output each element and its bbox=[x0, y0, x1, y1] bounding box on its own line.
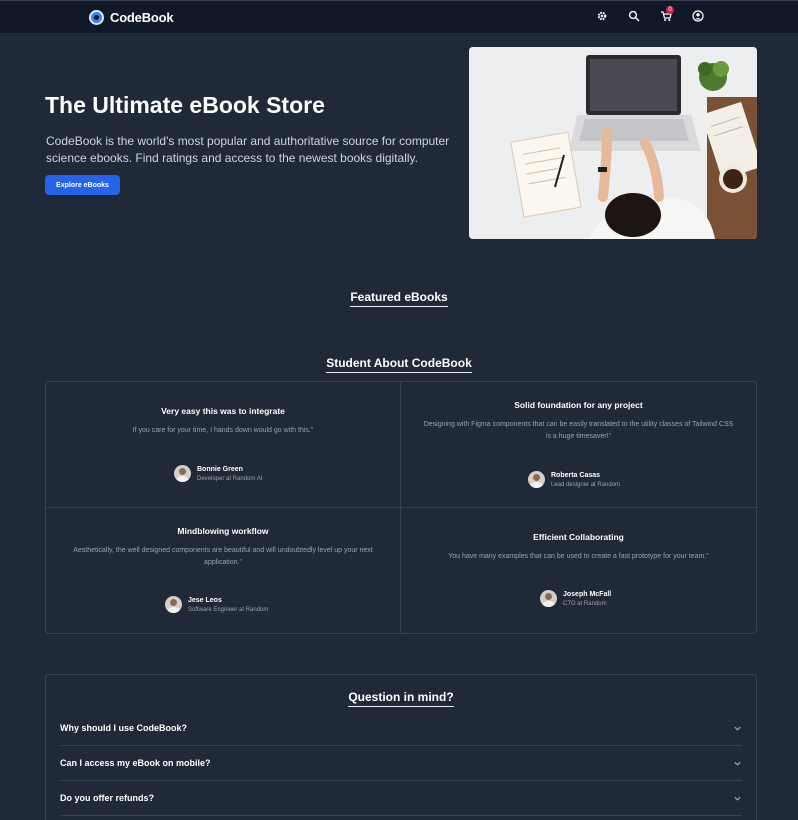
author-name: Bonnie Green bbox=[197, 465, 243, 473]
testimonial-title: Solid foundation for any project bbox=[514, 400, 643, 410]
testimonial-author: Jese Leos Software Engineer at Random bbox=[165, 596, 268, 613]
faq-question: Why should I use CodeBook? bbox=[60, 723, 188, 733]
testimonial-card: Mindblowing workflow Aesthetically, the … bbox=[46, 508, 401, 633]
testimonial-quote: You have many examples that can be used … bbox=[448, 553, 709, 560]
cart-count-badge: 0 bbox=[666, 6, 674, 14]
faq-question: Can I access my eBook on mobile? bbox=[60, 758, 211, 768]
search-icon[interactable] bbox=[628, 10, 640, 22]
testimonial-title: Efficient Collaborating bbox=[533, 532, 624, 542]
featured-ebooks-title: Featured eBooks bbox=[350, 290, 448, 307]
brand-name: CodeBook bbox=[110, 10, 174, 25]
faq-heading: Question in mind? bbox=[46, 690, 756, 707]
testimonial-title: Very easy this was to integrate bbox=[161, 406, 285, 416]
avatar bbox=[528, 471, 545, 488]
hero-title: The Ultimate eBook Store bbox=[45, 92, 325, 118]
testimonial-card: Solid foundation for any project Designi… bbox=[401, 382, 756, 508]
testimonial-card: Very easy this was to integrate If you c… bbox=[46, 382, 401, 508]
author-role: CTO at Random bbox=[563, 600, 607, 607]
featured-ebooks-heading: Featured eBooks bbox=[0, 290, 798, 307]
avatar bbox=[174, 465, 191, 482]
testimonials-title: Student About CodeBook bbox=[326, 356, 472, 373]
explore-ebooks-button[interactable]: Explore eBooks bbox=[45, 175, 120, 195]
nav-icons: 0 bbox=[596, 6, 704, 22]
chevron-down-icon bbox=[734, 796, 741, 801]
hero-description: CodeBook is the world's most popular and… bbox=[46, 134, 450, 165]
user-icon[interactable] bbox=[692, 10, 704, 22]
author-role: Lead designer at Random bbox=[551, 481, 621, 488]
testimonial-title: Mindblowing workflow bbox=[177, 526, 269, 536]
testimonial-author: Roberta Casas Lead designer at Random bbox=[528, 471, 620, 488]
author-role: Developer at Random AI bbox=[197, 475, 263, 482]
author-name: Jese Leos bbox=[188, 596, 222, 604]
author-name: Roberta Casas bbox=[551, 471, 601, 479]
gear-icon[interactable] bbox=[596, 10, 608, 22]
author-role: Software Engineer at Random bbox=[188, 606, 269, 613]
chevron-down-icon bbox=[734, 726, 741, 731]
faq-section: Question in mind? Why should I use CodeB… bbox=[45, 674, 757, 820]
testimonial-quote: Aesthetically, the well designed compone… bbox=[73, 547, 373, 566]
testimonial-author: Bonnie Green Developer at Random AI bbox=[174, 465, 262, 482]
avatar bbox=[165, 596, 182, 613]
cart-icon[interactable]: 0 bbox=[660, 6, 674, 22]
author-name: Joseph McFall bbox=[563, 590, 612, 598]
testimonial-quote: If you care for your time, I hands down … bbox=[132, 427, 314, 434]
logo-icon bbox=[89, 10, 104, 25]
faq-item[interactable]: Can I access my eBook on mobile? bbox=[60, 746, 742, 781]
hero-image bbox=[469, 47, 757, 239]
testimonials-heading: Student About CodeBook bbox=[0, 356, 798, 373]
navbar: CodeBook 0 bbox=[0, 0, 798, 33]
faq-title: Question in mind? bbox=[348, 690, 454, 707]
faq-question: Do you offer refunds? bbox=[60, 793, 154, 803]
chevron-down-icon bbox=[734, 761, 741, 766]
faq-item[interactable]: Do you offer refunds? bbox=[60, 781, 742, 816]
testimonial-quote: Designing with Figma components that can… bbox=[423, 421, 734, 440]
testimonial-author: Joseph McFall CTO at Random bbox=[540, 590, 611, 607]
faq-item[interactable]: Why should I use CodeBook? bbox=[60, 711, 742, 746]
brand-link[interactable]: CodeBook bbox=[89, 10, 174, 25]
avatar bbox=[540, 590, 557, 607]
testimonials-grid: Very easy this was to integrate If you c… bbox=[45, 381, 757, 634]
testimonial-card: Efficient Collaborating You have many ex… bbox=[401, 508, 756, 633]
